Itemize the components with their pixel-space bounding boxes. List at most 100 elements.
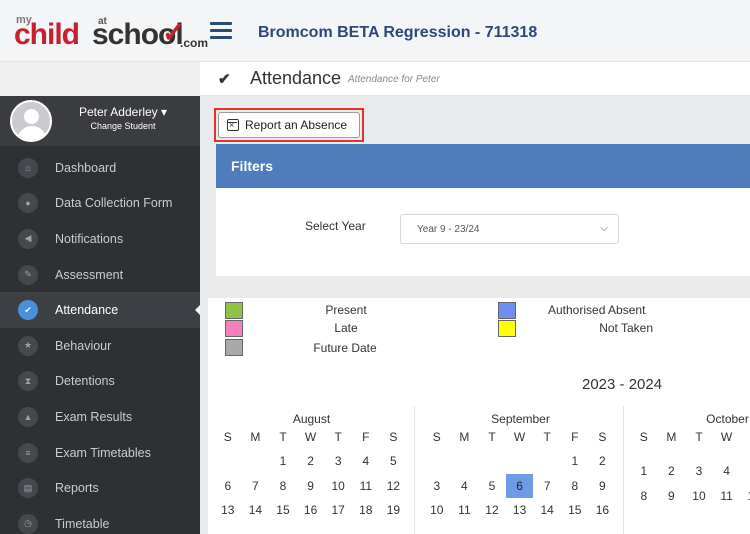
calendar-day[interactable]: 8 — [630, 484, 658, 508]
page-subtitle: Attendance for Peter — [348, 74, 440, 85]
sidebar-item-notifications[interactable]: ◀ Notifications — [0, 221, 200, 257]
sidebar-item-data-collection-form[interactable]: ● Data Collection Form — [0, 186, 200, 222]
sidebar-item-label: Dashboard — [55, 160, 117, 175]
sidebar-item-exam-timetables[interactable]: ≡ Exam Timetables — [0, 435, 200, 471]
sidebar-item-label: Behaviour — [55, 338, 112, 353]
legend-swatch — [225, 320, 243, 337]
calendar-day[interactable]: 6 — [505, 474, 534, 498]
calendar-day[interactable]: 5 — [380, 449, 408, 473]
year-select-value: Year 9 - 23/24 — [417, 224, 480, 235]
calendar-day[interactable]: 17 — [324, 498, 352, 522]
calendar-day[interactable]: 9 — [658, 484, 686, 508]
calendar-day[interactable]: 4 — [451, 474, 479, 498]
attendance-legend: Present Late Future Date Authorised Absent N… — [208, 298, 750, 366]
sidebar-item-detentions[interactable]: ⧗ Detentions — [0, 364, 200, 400]
academic-year-heading: 2023 - 2024 — [582, 376, 663, 393]
calendar-day[interactable]: 11 — [451, 498, 479, 522]
check-icon: ✔ — [18, 300, 38, 321]
calendar-day[interactable]: 18 — [352, 498, 380, 522]
calendar-day[interactable]: 8 — [269, 474, 297, 498]
logo-com-text: .com — [180, 36, 209, 50]
calendar-day[interactable]: 10 — [324, 474, 352, 498]
mychildatschool-logo[interactable]: my child at school ✓ .com — [14, 14, 208, 54]
month-name: August — [292, 412, 331, 426]
calendar-day[interactable]: 19 — [380, 498, 408, 522]
weekday-header: S — [389, 430, 398, 444]
calendar-day[interactable]: 7 — [533, 474, 561, 498]
calendar-day[interactable]: 14 — [533, 498, 561, 522]
sidebar-item-label: Notifications — [55, 231, 124, 246]
filters-panel: Select Year Year 9 - 23/24 ⌵ — [216, 188, 750, 276]
calendar-day[interactable]: 5 — [478, 474, 506, 498]
sidebar-item-label: Timetable — [55, 516, 110, 531]
weekday-header: W — [304, 430, 317, 444]
star-icon: ★ — [18, 335, 38, 356]
student-profile[interactable]: Peter Adderley ▾ Change Student — [0, 96, 200, 146]
calendar-day[interactable]: 12 — [478, 498, 506, 522]
calendar-day[interactable]: 3 — [423, 474, 451, 498]
legend-swatch — [498, 320, 516, 337]
calendar-day[interactable]: 4 — [352, 449, 380, 473]
calendar-day[interactable]: 7 — [242, 474, 270, 498]
filters-header: Filters — [216, 144, 750, 188]
calendar-day[interactable]: 3 — [685, 459, 713, 483]
calendar-day[interactable]: 10 — [685, 484, 713, 508]
calendar-day[interactable]: 11 — [713, 484, 741, 508]
calendar-day[interactable]: 2 — [589, 449, 617, 473]
calendar-day[interactable]: 9 — [297, 474, 325, 498]
calendar-day[interactable]: 13 — [214, 498, 242, 522]
calendar-day[interactable]: 12 — [380, 474, 408, 498]
filters-title: Filters — [231, 158, 274, 174]
sidebar-item-reports[interactable]: ▤ Reports — [0, 470, 200, 506]
sidebar-item-attendance[interactable]: ✔ Attendance — [0, 292, 201, 328]
weekday-header: S — [639, 430, 648, 444]
calendar-day[interactable]: 1 — [630, 459, 658, 483]
report-absence-button[interactable]: Report an Absence — [214, 108, 364, 142]
weekday-header: S — [223, 430, 232, 444]
student-name[interactable]: Peter Adderley ▾ — [58, 105, 188, 119]
sidebar-item-dashboard[interactable]: ⌂ Dashboard — [0, 150, 200, 186]
sidebar-item-assessment[interactable]: ✎ Assessment — [0, 257, 200, 293]
calendar-day[interactable]: 9 — [589, 474, 617, 498]
document-icon: ▤ — [18, 478, 38, 499]
calendar-day[interactable]: 6 — [214, 474, 242, 498]
select-year-label: Select Year — [305, 219, 366, 233]
calendar-day[interactable]: 1 — [269, 449, 297, 473]
logo-child-text: child — [14, 18, 80, 51]
calendar-day[interactable]: 10 — [423, 498, 451, 522]
calendar-day[interactable]: 16 — [297, 498, 325, 522]
calendar-day[interactable]: 5 — [740, 459, 750, 483]
weekday-header: W — [720, 430, 733, 444]
legend-swatch — [225, 339, 243, 356]
calendar-day[interactable]: 15 — [269, 498, 297, 522]
hamburger-menu-icon[interactable] — [210, 22, 232, 40]
calendar-day[interactable]: 11 — [352, 474, 380, 498]
calendar-day[interactable]: 14 — [242, 498, 270, 522]
legend-swatch — [225, 302, 243, 319]
calendar-day[interactable]: 15 — [561, 498, 589, 522]
sidebar-item-behaviour[interactable]: ★ Behaviour — [0, 328, 200, 364]
legend-label: Late — [334, 321, 358, 335]
calendar-month-september: September S M T W T F S 1 2 3 4 5 6 7 8 9 10 11 12 13 14 15 16 — [417, 406, 624, 534]
check-icon: ✔ — [218, 71, 231, 88]
hourglass-icon: ⧗ — [18, 371, 38, 392]
person-icon: ● — [18, 193, 38, 214]
calendar-day[interactable]: 8 — [561, 474, 589, 498]
sidebar-item-timetable[interactable]: ◷ Timetable — [0, 506, 200, 534]
calendar-day[interactable]: 13 — [506, 498, 534, 522]
calendar-day[interactable]: 2 — [297, 449, 325, 473]
calendar-day[interactable]: 2 — [658, 459, 686, 483]
year-select[interactable]: Year 9 - 23/24 ⌵ — [400, 214, 619, 244]
month-name: September — [491, 412, 550, 426]
weekday-header: T — [488, 430, 496, 444]
change-student-link[interactable]: Change Student — [58, 121, 188, 131]
calendar-day[interactable]: 16 — [589, 498, 617, 522]
calendar-day[interactable]: 3 — [324, 449, 352, 473]
weekday-header: S — [432, 430, 441, 444]
calendar-day[interactable]: 12 — [740, 484, 750, 508]
calendar-day[interactable]: 1 — [561, 449, 589, 473]
calendar-day[interactable]: 4 — [713, 459, 741, 483]
weekday-header: T — [740, 430, 750, 444]
sidebar-item-exam-results[interactable]: ▲ Exam Results — [0, 399, 200, 435]
weekday-header: M — [666, 430, 677, 444]
